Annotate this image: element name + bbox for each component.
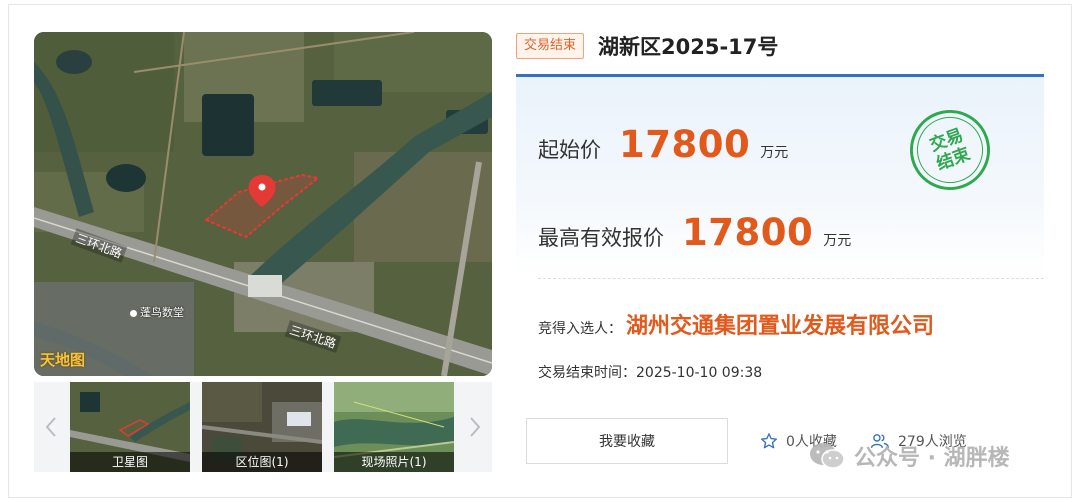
chevron-right-icon <box>470 417 481 437</box>
favorite-button[interactable]: 我要收藏 <box>526 418 728 464</box>
satellite-image <box>34 32 492 376</box>
winner-name: 湖州交通集团置业发展有限公司 <box>626 314 935 339</box>
start-price-row: 起始价 17800 万元 <box>538 123 788 166</box>
start-price-unit: 万元 <box>760 145 789 161</box>
poi-label: 蓬鸟数堂 <box>130 304 184 320</box>
highest-price-unit: 万元 <box>823 233 852 249</box>
thumbnail-prev-button[interactable] <box>34 382 68 472</box>
winner-label: 竞得入选人： <box>538 321 622 337</box>
thumbnail-site-photo[interactable]: 现场照片(1) <box>334 382 454 472</box>
end-time-value: 2025-10-10 09:38 <box>636 365 763 381</box>
end-time-row: 交易结束时间：2025-10-10 09:38 <box>538 362 762 382</box>
poi-dot-icon <box>130 309 137 317</box>
page-title: 湖新区2025-17号 <box>598 35 779 59</box>
status-tag: 交易结束 <box>516 33 585 59</box>
thumbnail-next-button[interactable] <box>458 382 492 472</box>
watermark-text: 公众号 · 湖胖楼 <box>854 446 1010 471</box>
thumbnail-satellite[interactable]: 卫星图 <box>70 382 190 472</box>
status-stamp-text: 交易结束 <box>907 107 993 193</box>
section-divider <box>538 278 1044 279</box>
end-time-label: 交易结束时间： <box>538 365 636 381</box>
highest-price-label: 最高有效报价 <box>538 226 664 250</box>
wechat-watermark: 公众号 · 湖胖楼 <box>808 440 1010 472</box>
thumbnail-caption: 卫星图 <box>70 452 190 472</box>
start-price-value: 17800 <box>619 123 751 166</box>
poi-label-text: 蓬鸟数堂 <box>140 306 184 319</box>
price-panel: 起始价 17800 万元 最高有效报价 17800 万元 交易结束 <box>516 77 1044 277</box>
status-stamp: 交易结束 <box>898 98 1002 202</box>
star-icon <box>760 433 778 449</box>
winner-row: 竞得入选人： 湖州交通集团置业发展有限公司 <box>538 308 934 340</box>
highest-price-value: 17800 <box>682 211 814 254</box>
chevron-left-icon <box>45 417 56 437</box>
wechat-icon <box>810 443 845 469</box>
thumbnail-caption: 现场照片(1) <box>334 452 454 472</box>
map-provider-logo: 天地图 <box>40 351 86 369</box>
thumbnail-strip: 卫星图 区位图(1) 现场照片(1) <box>34 382 492 472</box>
start-price-label: 起始价 <box>538 138 601 162</box>
highest-price-row: 最高有效报价 17800 万元 <box>538 211 851 254</box>
thumbnail-caption: 区位图(1) <box>202 452 322 472</box>
thumbnail-location[interactable]: 区位图(1) <box>202 382 322 472</box>
satellite-map[interactable]: 三环北路 三环北路 蓬鸟数堂 天地图 <box>34 32 492 376</box>
